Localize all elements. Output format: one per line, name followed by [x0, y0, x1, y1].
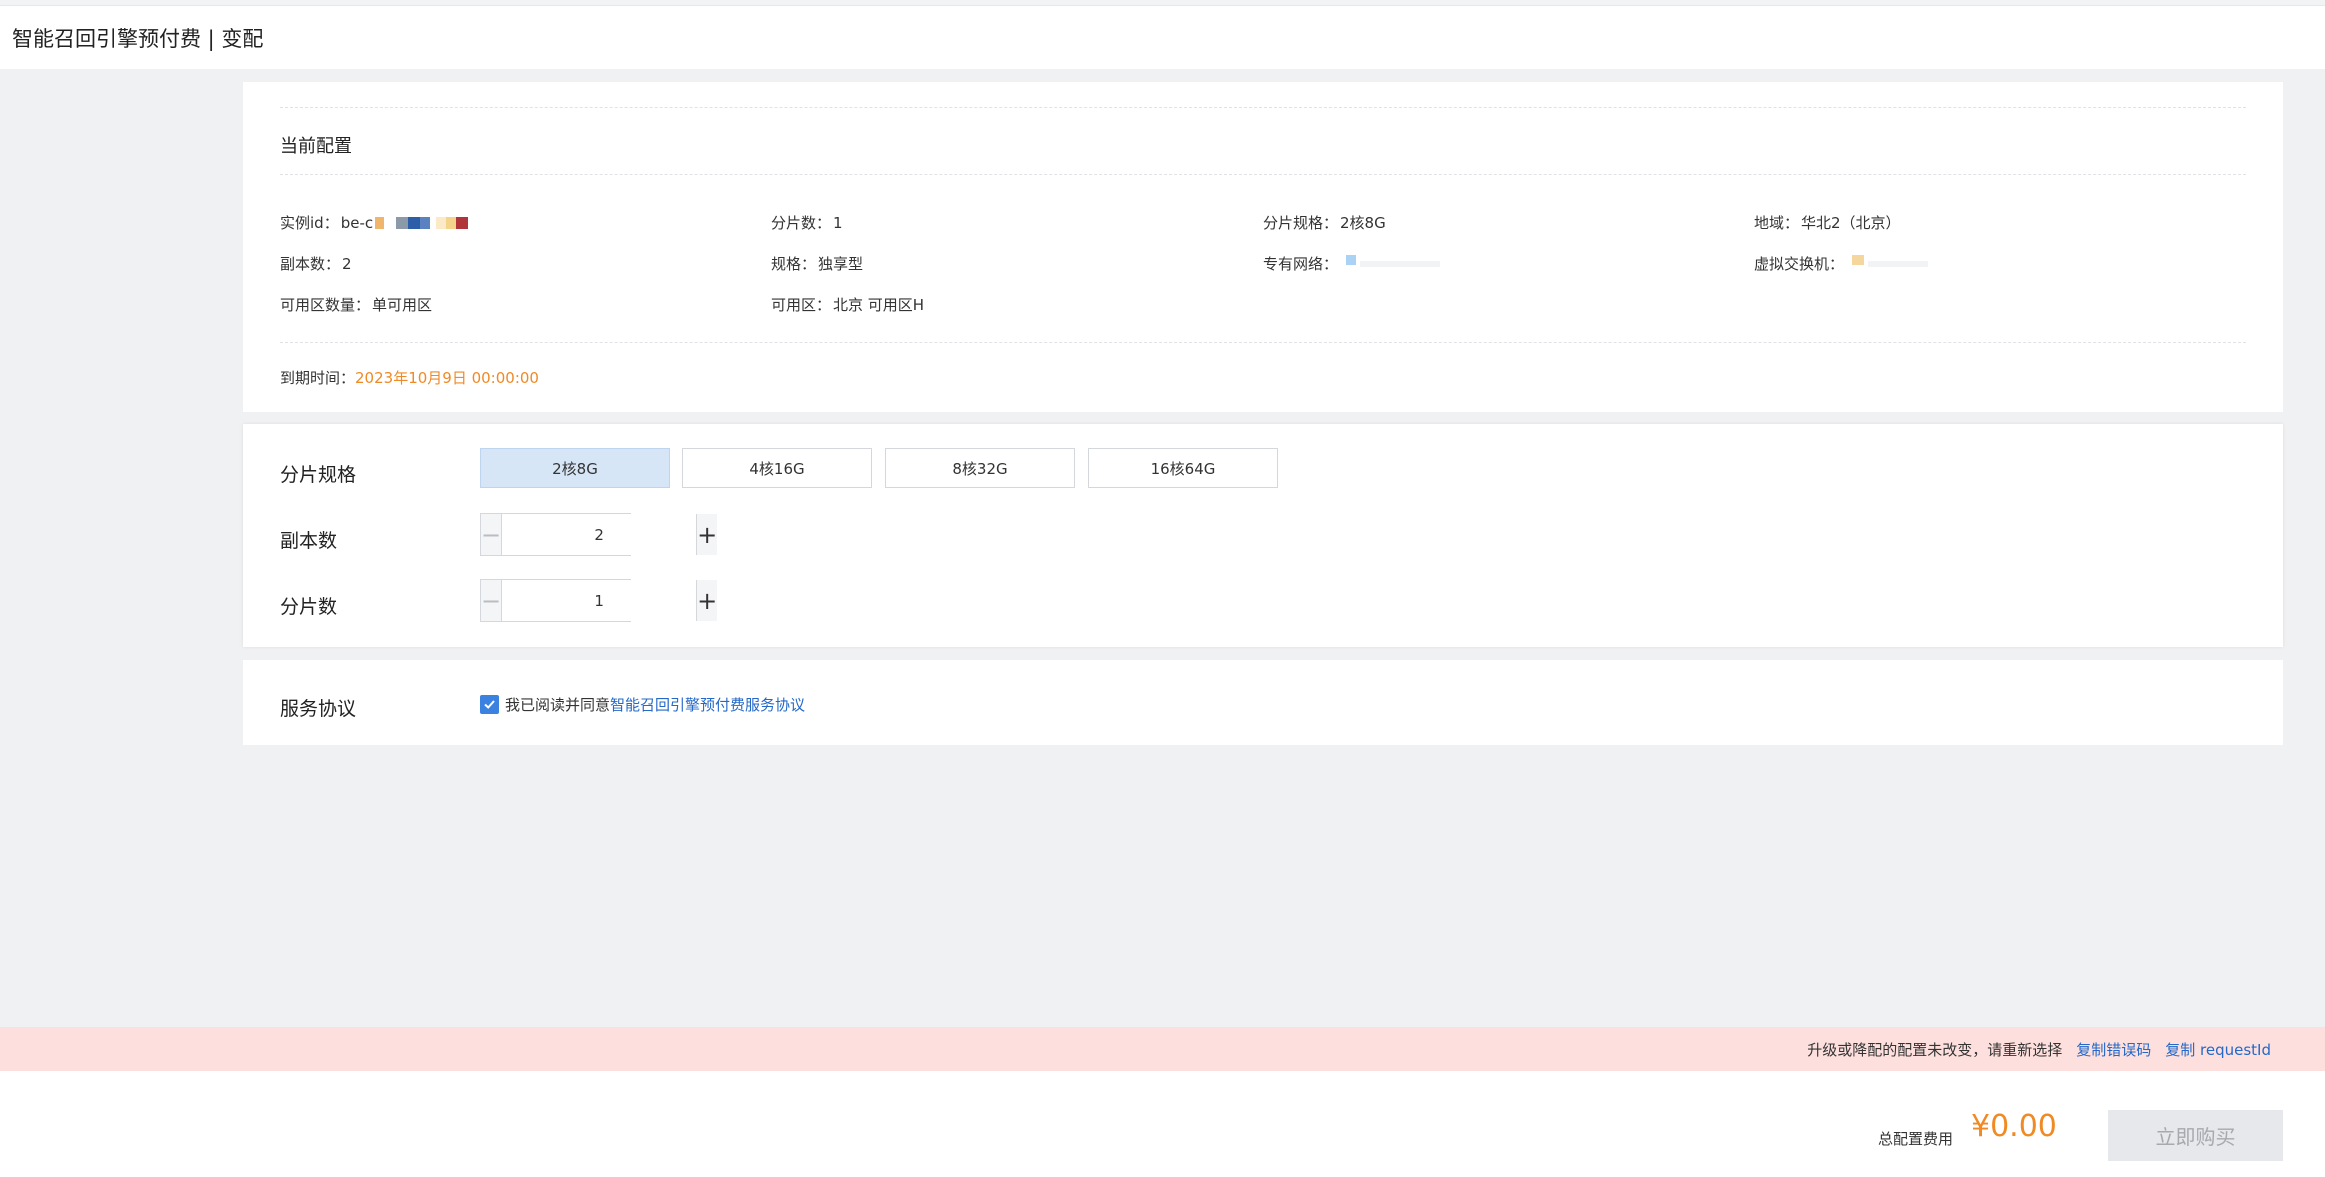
- replica-label: 副本数：: [280, 255, 341, 273]
- agreement-checkbox-row: 我已阅读并同意 智能召回引擎预付费服务协议: [480, 694, 805, 715]
- spec-value: 独享型: [818, 255, 864, 273]
- alert-message: 升级或降配的配置未改变，请重新选择: [1807, 1040, 2063, 1059]
- check-icon: [484, 700, 495, 709]
- shard-count-value: 1: [833, 213, 843, 232]
- replica-input[interactable]: [501, 514, 698, 555]
- current-config-card: 当前配置 实例id： be-c 分片数： 1 分片规格： 2核8G 地域： 华北…: [243, 82, 2283, 412]
- zone-label: 可用区：: [771, 296, 832, 314]
- spec-info: 规格： 独享型: [771, 253, 863, 274]
- spec-option-4c16g[interactable]: 4核16G: [682, 448, 872, 488]
- copy-error-code-link[interactable]: 复制错误码: [2076, 1039, 2151, 1060]
- divider: [280, 107, 2246, 108]
- vpc-label: 专有网络：: [1263, 255, 1339, 273]
- shard-count-info: 分片数： 1: [771, 212, 843, 233]
- spec-config-card: 分片规格 2核8G 4核16G 8核32G 16核64G 副本数 − + 分片数…: [243, 424, 2283, 647]
- shard-spec-info: 分片规格： 2核8G: [1263, 212, 1386, 233]
- buy-now-button[interactable]: 立即购买: [2108, 1110, 2283, 1161]
- shard-count-label: 分片数：: [771, 214, 832, 232]
- vpc-mask: [1346, 254, 1441, 267]
- copy-request-id-link[interactable]: 复制 requestId: [2165, 1039, 2271, 1060]
- spec-option-2c8g[interactable]: 2核8G: [480, 448, 670, 488]
- replica-info: 副本数： 2: [280, 253, 352, 274]
- zone-count-info: 可用区数量： 单可用区: [280, 294, 432, 315]
- vswitch-label: 虚拟交换机：: [1754, 255, 1845, 273]
- shard-count-row-label: 分片数: [280, 596, 338, 618]
- expire-label: 到期时间：: [280, 369, 356, 387]
- replica-row-label: 副本数: [280, 530, 338, 552]
- replica-minus-button[interactable]: −: [481, 514, 502, 555]
- vswitch-mask: [1852, 254, 1929, 267]
- total-fee-label: 总配置费用: [1878, 1130, 1954, 1148]
- spec-option-8c32g[interactable]: 8核32G: [885, 448, 1075, 488]
- agreement-link[interactable]: 智能召回引擎预付费服务协议: [610, 694, 805, 715]
- agreement-checkbox[interactable]: [480, 695, 499, 714]
- instance-id-label: 实例id：: [280, 214, 339, 232]
- zone-count-label: 可用区数量：: [280, 296, 371, 314]
- replica-value: 2: [342, 254, 352, 273]
- region-info: 地域： 华北2（北京）: [1754, 212, 1901, 233]
- replica-plus-button[interactable]: +: [697, 514, 718, 555]
- agreement-text: 我已阅读并同意: [505, 696, 611, 714]
- zone-count-value: 单可用区: [372, 296, 433, 314]
- agreement-row-label: 服务协议: [280, 698, 357, 720]
- instance-id-info: 实例id： be-c: [280, 212, 469, 233]
- vswitch-info: 虚拟交换机：: [1754, 253, 1929, 274]
- expire-value: 2023年10月9日 00:00:00: [355, 369, 539, 387]
- divider: [280, 174, 2246, 175]
- instance-id-value: be-c: [340, 213, 374, 232]
- divider: [280, 342, 2246, 343]
- shard-count-plus-button[interactable]: +: [697, 580, 718, 621]
- shard-spec-value: 2核8G: [1340, 214, 1386, 232]
- shard-count-stepper: − +: [480, 579, 718, 622]
- vpc-info: 专有网络：: [1263, 253, 1441, 274]
- replica-stepper: − +: [480, 513, 718, 556]
- footer-bar: 总配置费用 ¥0.00 立即购买: [0, 1071, 2325, 1177]
- error-alert-bar: 升级或降配的配置未改变，请重新选择 复制错误码 复制 requestId: [0, 1027, 2325, 1071]
- spec-option-16c64g[interactable]: 16核64G: [1088, 448, 1278, 488]
- shard-spec-row-label: 分片规格: [280, 464, 357, 486]
- spec-label: 规格：: [771, 255, 817, 273]
- region-value: 华北2（北京）: [1801, 214, 1901, 232]
- page-header: 智能召回引擎预付费 | 变配: [0, 6, 2325, 69]
- current-config-title: 当前配置: [280, 136, 352, 157]
- page-title: 智能召回引擎预付费 | 变配: [12, 26, 264, 51]
- zone-info: 可用区： 北京 可用区H: [771, 294, 924, 315]
- instance-id-mask: [375, 216, 469, 229]
- zone-value: 北京 可用区H: [833, 296, 925, 314]
- shard-count-input[interactable]: [501, 580, 698, 621]
- agreement-card: 服务协议 我已阅读并同意 智能召回引擎预付费服务协议: [243, 660, 2283, 745]
- region-label: 地域：: [1754, 214, 1800, 232]
- shard-count-minus-button[interactable]: −: [481, 580, 502, 621]
- total-fee-value: ¥0.00: [1971, 1109, 2057, 1144]
- shard-spec-label: 分片规格：: [1263, 214, 1339, 232]
- expire-info: 到期时间：2023年10月9日 00:00:00: [280, 367, 539, 388]
